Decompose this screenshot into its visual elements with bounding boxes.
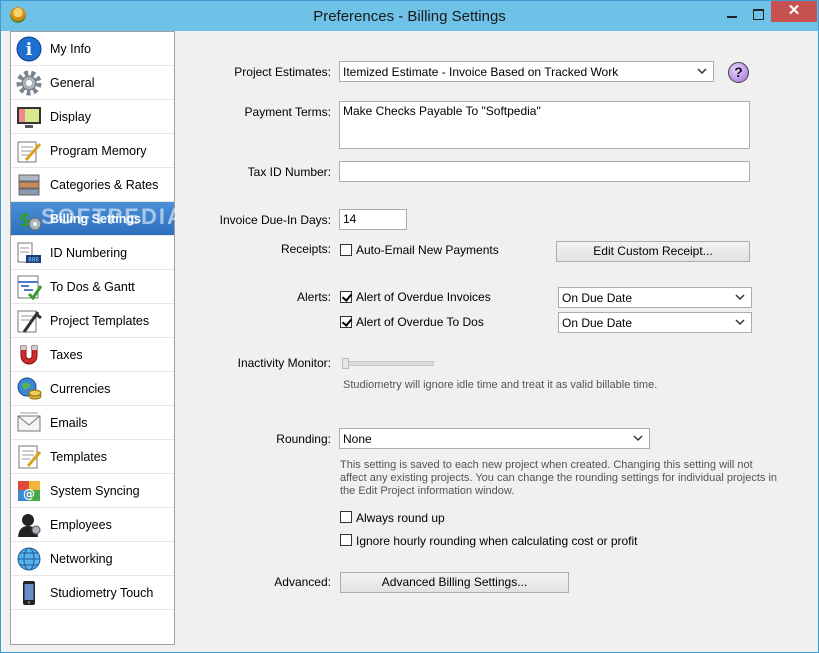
project-estimates-select[interactable]: Itemized Estimate - Invoice Based on Tra…	[339, 61, 714, 82]
overdue-todos-label: Alert of Overdue To Dos	[356, 315, 484, 329]
network-icon	[15, 545, 43, 572]
svg-text:$: $	[18, 209, 31, 231]
chevron-down-icon	[735, 319, 745, 326]
sidebar-item-employees[interactable]: Employees	[11, 508, 174, 542]
tax-id-label: Tax ID Number:	[247, 165, 331, 179]
edit-custom-receipt-button[interactable]: Edit Custom Receipt...	[556, 241, 750, 262]
minimize-button[interactable]	[719, 5, 745, 25]
overdue-invoices-label: Alert of Overdue Invoices	[356, 290, 491, 304]
inactivity-note: Studiometry will ignore idle time and tr…	[343, 379, 658, 391]
sidebar-item-program-memory[interactable]: Program Memory	[11, 134, 174, 168]
chevron-down-icon	[697, 68, 707, 75]
ignore-hourly-rounding-label: Ignore hourly rounding when calculating …	[356, 534, 638, 548]
inactivity-slider-thumb[interactable]	[342, 358, 349, 369]
preferences-window: Preferences - Billing Settings ✕ i My In…	[0, 0, 819, 653]
watermark: SOFTPEDIA	[41, 204, 185, 229]
sidebar-item-display[interactable]: Display	[11, 100, 174, 134]
email-icon	[15, 409, 43, 436]
payment-terms-input[interactable]: Make Checks Payable To "Softpedia"	[339, 101, 750, 149]
monitor-icon	[15, 103, 43, 130]
ignore-hourly-rounding-checkbox[interactable]	[340, 534, 352, 546]
close-button[interactable]: ✕	[771, 1, 817, 22]
sync-icon: @	[15, 477, 43, 504]
phone-icon	[15, 579, 43, 606]
sidebar-item-general[interactable]: General	[11, 66, 174, 100]
rounding-note: This setting is saved to each new projec…	[340, 459, 778, 497]
overdue-todos-checkbox[interactable]	[340, 316, 352, 328]
memory-icon	[15, 137, 43, 164]
categories-icon	[15, 171, 43, 198]
sidebar-item-todos-gantt[interactable]: To Dos & Gantt	[11, 270, 174, 304]
project-templates-icon	[15, 307, 43, 334]
invoice-due-label: Invoice Due-In Days:	[219, 213, 331, 227]
gear-icon	[15, 69, 43, 96]
always-round-up-label: Always round up	[356, 511, 445, 525]
sidebar-item-project-templates[interactable]: Project Templates	[11, 304, 174, 338]
sidebar-item-my-info[interactable]: i My Info	[11, 32, 174, 66]
window-title: Preferences - Billing Settings	[313, 8, 506, 25]
auto-email-checkbox[interactable]	[340, 244, 352, 256]
chevron-down-icon	[633, 435, 643, 442]
svg-text:888: 888	[28, 256, 39, 263]
inactivity-monitor-label: Inactivity Monitor:	[237, 356, 331, 370]
maximize-button[interactable]	[745, 5, 771, 25]
rounding-select[interactable]: None	[339, 428, 650, 449]
preferences-sidebar: i My Info General Display Program Memory…	[10, 31, 175, 645]
invoice-due-input[interactable]: 14	[339, 209, 407, 230]
sidebar-item-templates[interactable]: Templates	[11, 440, 174, 474]
tax-id-input[interactable]	[339, 161, 750, 182]
templates-icon	[15, 443, 43, 470]
rounding-label: Rounding:	[276, 432, 331, 446]
overdue-invoices-checkbox[interactable]	[340, 291, 352, 303]
project-estimates-label: Project Estimates:	[234, 65, 331, 79]
auto-email-label: Auto-Email New Payments	[356, 243, 499, 257]
billing-icon: $	[15, 205, 43, 232]
currencies-icon	[15, 375, 43, 402]
title-bar[interactable]: Preferences - Billing Settings ✕	[1, 1, 818, 31]
advanced-label: Advanced:	[274, 575, 331, 589]
alerts-label: Alerts:	[296, 290, 331, 304]
inactivity-slider[interactable]	[344, 361, 434, 366]
payment-terms-label: Payment Terms:	[244, 105, 331, 119]
receipts-label: Receipts:	[280, 242, 331, 256]
advanced-billing-settings-button[interactable]: Advanced Billing Settings...	[340, 572, 569, 593]
sidebar-item-categories-rates[interactable]: Categories & Rates	[11, 168, 174, 202]
sidebar-item-networking[interactable]: Networking	[11, 542, 174, 576]
svg-text:@: @	[23, 487, 35, 501]
chevron-down-icon	[735, 294, 745, 301]
svg-text:i: i	[26, 40, 33, 60]
always-round-up-checkbox[interactable]	[340, 511, 352, 523]
overdue-invoices-timing-select[interactable]: On Due Date	[558, 287, 752, 308]
id-numbering-icon: 888	[15, 239, 43, 266]
sidebar-item-id-numbering[interactable]: 888 ID Numbering	[11, 236, 174, 270]
todo-icon	[15, 273, 43, 300]
billing-settings-panel: Project Estimates: Itemized Estimate - I…	[176, 31, 812, 645]
overdue-todos-timing-select[interactable]: On Due Date	[558, 312, 752, 333]
sidebar-item-system-syncing[interactable]: @ System Syncing	[11, 474, 174, 508]
taxes-icon	[15, 341, 43, 368]
sidebar-item-studiometry-touch[interactable]: Studiometry Touch	[11, 576, 174, 610]
help-button[interactable]: ?	[728, 62, 749, 83]
sidebar-item-currencies[interactable]: Currencies	[11, 372, 174, 406]
sidebar-item-emails[interactable]: Emails	[11, 406, 174, 440]
info-icon: i	[15, 35, 43, 62]
employees-icon	[15, 511, 43, 538]
sidebar-item-taxes[interactable]: Taxes	[11, 338, 174, 372]
